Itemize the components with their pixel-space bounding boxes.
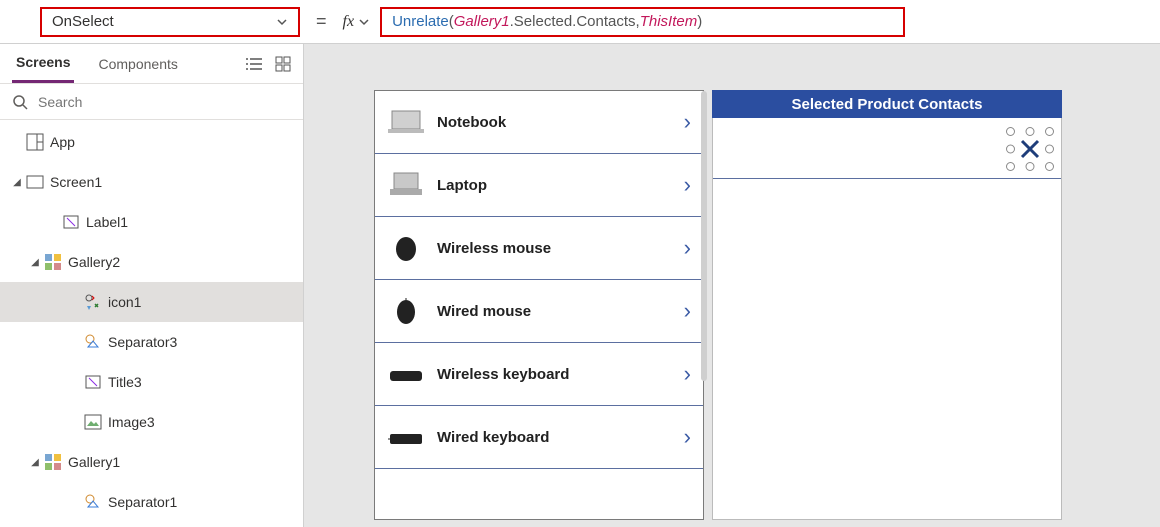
- label-icon: [82, 373, 104, 391]
- tree-view-panel: Screens Components App ◢ Screen1: [0, 44, 304, 527]
- tree-item-gallery1[interactable]: ◢ Gallery1: [0, 442, 303, 482]
- formula-bar: OnSelect = fx Unrelate ( Gallery1 .Selec…: [0, 0, 1160, 44]
- product-image: [385, 419, 427, 455]
- tree-item-separator1[interactable]: Separator1: [0, 482, 303, 522]
- gallery-row[interactable]: Notebook ›: [375, 91, 703, 154]
- gallery-row[interactable]: Laptop ›: [375, 154, 703, 217]
- tab-screens[interactable]: Screens: [12, 44, 74, 83]
- tree-item-label1[interactable]: Label1: [0, 202, 303, 242]
- resize-handle[interactable]: [1006, 162, 1015, 171]
- tab-components[interactable]: Components: [94, 44, 181, 83]
- icon-icon: [82, 293, 104, 311]
- contacts-header: Selected Product Contacts: [712, 90, 1062, 118]
- chevron-down-icon: [358, 16, 370, 28]
- gallery-row[interactable]: Wireless keyboard ›: [375, 343, 703, 406]
- formula-token-id: ThisItem: [640, 13, 698, 30]
- contacts-body: [712, 118, 1062, 520]
- label-icon: [60, 213, 82, 231]
- image-icon: [82, 414, 104, 430]
- gallery-row[interactable]: Wired keyboard ›: [375, 406, 703, 469]
- tree-item-app[interactable]: App: [0, 122, 303, 162]
- chevron-right-icon[interactable]: ›: [684, 298, 695, 324]
- gallery-icon: [42, 453, 64, 471]
- selected-icon-control[interactable]: [1009, 130, 1051, 168]
- separator-icon: [82, 333, 104, 351]
- tree-item-screen1[interactable]: ◢ Screen1: [0, 162, 303, 202]
- gallery-row[interactable]: Wireless mouse ›: [375, 217, 703, 280]
- equals-sign: =: [300, 11, 343, 32]
- screen-icon: [24, 175, 46, 189]
- property-selector-value: OnSelect: [52, 13, 276, 30]
- property-selector[interactable]: OnSelect: [40, 7, 300, 37]
- app-icon: [24, 133, 46, 151]
- product-image: [385, 293, 427, 329]
- formula-token-fn: Unrelate: [392, 13, 449, 30]
- fx-icon: fx: [343, 13, 359, 31]
- gallery-row[interactable]: Wired mouse ›: [375, 280, 703, 343]
- tree-item-gallery2[interactable]: ◢ Gallery2: [0, 242, 303, 282]
- search-input[interactable]: [38, 94, 291, 110]
- product-image: [385, 230, 427, 266]
- chevron-down-icon: [276, 16, 288, 28]
- tree-item-title3[interactable]: Title3: [0, 362, 303, 402]
- resize-handle[interactable]: [1006, 127, 1015, 136]
- product-image: [385, 104, 427, 140]
- chevron-right-icon[interactable]: ›: [684, 172, 695, 198]
- product-image: [385, 356, 427, 392]
- list-view-icon[interactable]: [245, 57, 263, 71]
- formula-token-id: Gallery1: [454, 13, 510, 30]
- resize-handle[interactable]: [1006, 145, 1015, 154]
- search-icon: [12, 94, 28, 110]
- formula-input[interactable]: Unrelate ( Gallery1 .Selected.Contacts, …: [380, 7, 905, 37]
- separator-icon: [82, 493, 104, 511]
- fx-label[interactable]: fx: [343, 13, 381, 31]
- resize-handle[interactable]: [1045, 127, 1054, 136]
- gallery-icon: [42, 253, 64, 271]
- tree-item-separator3[interactable]: Separator3: [0, 322, 303, 362]
- gallery2[interactable]: Selected Product Contacts: [712, 90, 1062, 520]
- chevron-right-icon[interactable]: ›: [684, 109, 695, 135]
- product-image: [385, 167, 427, 203]
- tree-item-icon1[interactable]: icon1: [0, 282, 303, 322]
- grid-view-icon[interactable]: [275, 56, 291, 72]
- resize-handle[interactable]: [1026, 127, 1035, 136]
- resize-handle[interactable]: [1045, 162, 1054, 171]
- resize-handle[interactable]: [1045, 145, 1054, 154]
- close-icon[interactable]: [1017, 134, 1043, 164]
- gallery1[interactable]: Notebook › Laptop › Wireless mouse › Wir…: [374, 90, 704, 520]
- design-canvas[interactable]: Notebook › Laptop › Wireless mouse › Wir…: [304, 44, 1160, 527]
- chevron-right-icon[interactable]: ›: [684, 424, 695, 450]
- tree-item-image3[interactable]: Image3: [0, 402, 303, 442]
- chevron-right-icon[interactable]: ›: [684, 235, 695, 261]
- scrollbar[interactable]: [701, 91, 707, 381]
- separator-line: [713, 178, 1061, 179]
- resize-handle[interactable]: [1026, 162, 1035, 171]
- chevron-right-icon[interactable]: ›: [684, 361, 695, 387]
